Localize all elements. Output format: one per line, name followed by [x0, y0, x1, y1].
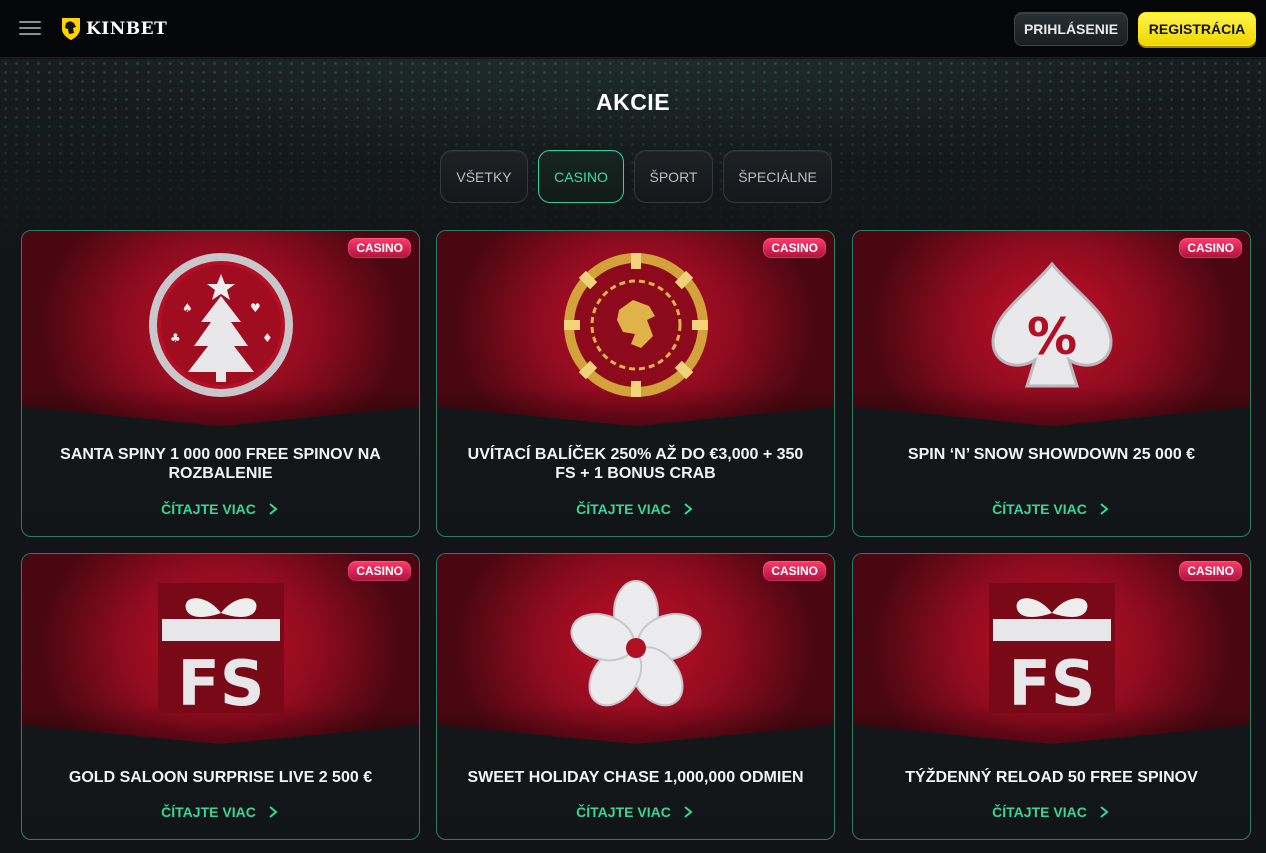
top-bar: KINBET PRIHLÁSENIE REGISTRÁCIA — [0, 0, 1266, 58]
read-more-link[interactable]: ČÍTAJTE VIAC — [853, 804, 1250, 820]
page-title: AKCIE — [595, 89, 671, 115]
promo-card[interactable]: CASINO UVÍTACÍ BALÍČEK 250% AŽ DO €3,000… — [436, 230, 835, 537]
flower-icon — [570, 580, 701, 707]
chevron-right-icon — [269, 806, 278, 818]
chevron-right-icon — [269, 503, 278, 515]
read-more-link[interactable]: ČÍTAJTE VIAC — [437, 501, 834, 517]
brand-logo[interactable]: KINBET — [60, 14, 167, 44]
chevron-right-icon — [1100, 503, 1109, 515]
category-badge: CASINO — [348, 561, 411, 581]
category-tabs: VŠETKY CASINO ŠPORT ŠPECIÁLNE — [0, 150, 1266, 203]
category-badge: CASINO — [763, 238, 826, 258]
svg-text:♦: ♦ — [262, 331, 273, 345]
lion-shield-icon — [62, 18, 80, 40]
read-more-label: ČÍTAJTE VIAC — [161, 804, 256, 820]
fs-gift-icon: FS — [157, 583, 284, 720]
category-badge: CASINO — [1179, 561, 1242, 581]
category-badge: CASINO — [348, 238, 411, 258]
promo-card[interactable]: CASINO SWEET HOLIDAY CHASE 1,000,000 ODM… — [436, 553, 835, 840]
svg-text:♣: ♣ — [170, 331, 181, 345]
promo-card[interactable]: ♠ ♥ ♣ ♦ CASINO SANTA SPINY 1 000 000 FRE… — [21, 230, 420, 537]
read-more-link[interactable]: ČÍTAJTE VIAC — [22, 804, 419, 820]
chevron-right-icon — [684, 503, 693, 515]
register-button[interactable]: REGISTRÁCIA — [1138, 12, 1256, 46]
promo-card[interactable]: FS CASINO GOLD SALOON SURPRISE LIVE 2 50… — [21, 553, 420, 840]
lion-chip-icon — [563, 253, 708, 397]
promo-title: GOLD SALOON SURPRISE LIVE 2 500 € — [68, 769, 373, 786]
read-more-link[interactable]: ČÍTAJTE VIAC — [22, 501, 419, 517]
christmas-tree-coin-icon: ♠ ♥ ♣ ♦ — [148, 253, 293, 397]
svg-text:FS: FS — [1008, 647, 1095, 720]
login-button[interactable]: PRIHLÁSENIE — [1014, 12, 1128, 46]
read-more-link[interactable]: ČÍTAJTE VIAC — [437, 804, 834, 820]
fs-gift-icon: FS — [988, 583, 1115, 720]
read-more-label: ČÍTAJTE VIAC — [576, 804, 671, 820]
tab-specialne[interactable]: ŠPECIÁLNE — [723, 150, 832, 203]
svg-text:FS: FS — [177, 647, 264, 720]
brand-name: KINBET — [86, 19, 168, 39]
read-more-label: ČÍTAJTE VIAC — [992, 501, 1087, 517]
promo-title: SWEET HOLIDAY CHASE 1,000,000 ODMIEN — [467, 769, 804, 786]
category-badge: CASINO — [763, 561, 826, 581]
read-more-link[interactable]: ČÍTAJTE VIAC — [853, 501, 1250, 517]
hamburger-menu-icon[interactable] — [18, 17, 44, 41]
spade-percent-icon: % — [990, 261, 1113, 388]
svg-text:♥: ♥ — [250, 301, 261, 315]
promo-title: TÝŽDENNÝ RELOAD 50 FREE SPINOV — [905, 769, 1198, 786]
chevron-right-icon — [1100, 806, 1109, 818]
read-more-label: ČÍTAJTE VIAC — [161, 501, 256, 517]
category-badge: CASINO — [1179, 238, 1242, 258]
promo-card[interactable]: FS CASINO TÝŽDENNÝ RELOAD 50 FREE SPINOV… — [852, 553, 1251, 840]
read-more-label: ČÍTAJTE VIAC — [992, 804, 1087, 820]
promo-card[interactable]: % CASINO SPIN ‘N’ SNOW SHOWDOWN 25 000 €… — [852, 230, 1251, 537]
chevron-right-icon — [684, 806, 693, 818]
svg-text:%: % — [1026, 308, 1076, 366]
promo-title: SPIN ‘N’ SNOW SHOWDOWN 25 000 € — [907, 446, 1196, 463]
tab-sport[interactable]: ŠPORT — [634, 150, 713, 203]
tab-casino[interactable]: CASINO — [538, 150, 624, 203]
read-more-label: ČÍTAJTE VIAC — [576, 501, 671, 517]
svg-text:♠: ♠ — [182, 301, 193, 315]
tab-vsetky[interactable]: VŠETKY — [440, 150, 528, 203]
promo-title: SANTA SPINY 1 000 000 FREE SPINOV NA ROZ… — [60, 446, 381, 482]
promo-title: UVÍTACÍ BALÍČEK 250% AŽ DO €3,000 + 350 … — [467, 446, 804, 482]
